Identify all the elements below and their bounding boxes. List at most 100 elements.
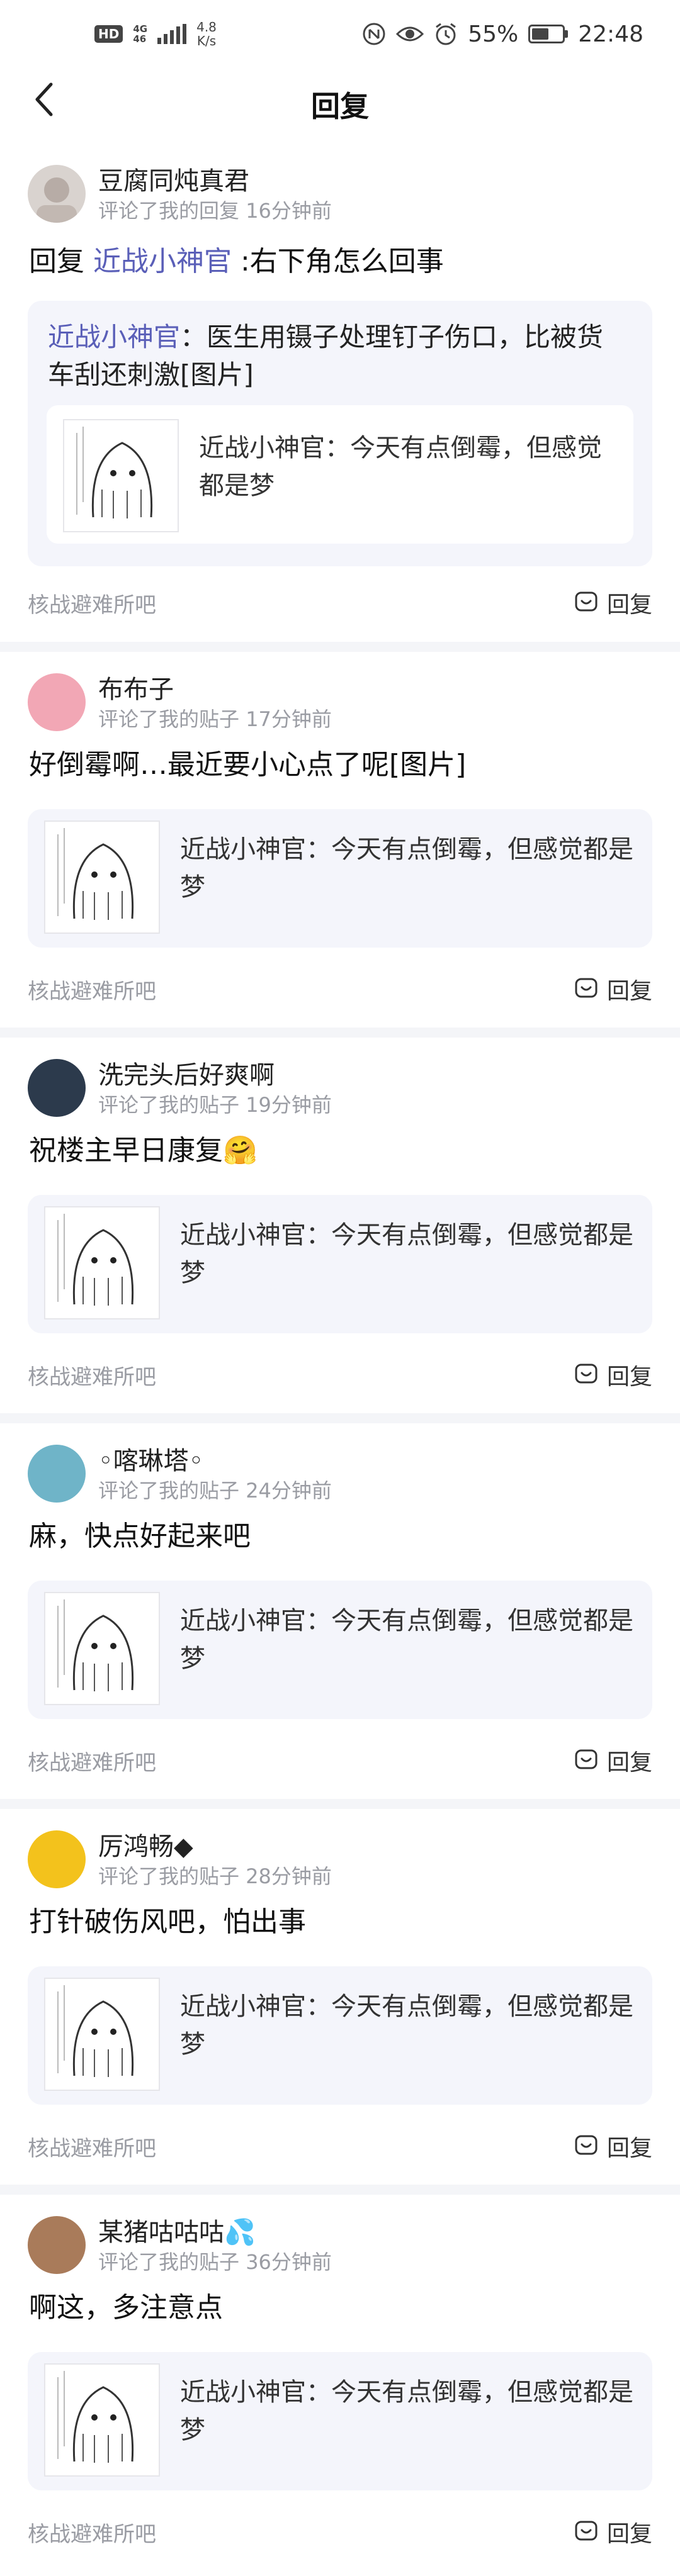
original-post[interactable]: 近战小神官：今天有点倒霉，但感觉都是梦 xyxy=(28,1195,652,1333)
card-separator xyxy=(0,642,680,652)
quote-mention[interactable]: 近战小神官 xyxy=(48,322,180,352)
reply-icon xyxy=(575,2521,598,2541)
reply-content[interactable]: 啊这，多注意点 xyxy=(29,2289,223,2327)
subline: 评论了我的贴子 24分钟前 xyxy=(98,1478,332,1503)
reply-card[interactable]: 豆腐同炖真君 评论了我的回复 16分钟前 回复 近战小神官 :右下角怎么回事 近… xyxy=(0,151,680,642)
time-text: 19分钟前 xyxy=(246,1093,332,1117)
post-thumbnail xyxy=(44,1978,160,2091)
reply-label: 回复 xyxy=(606,1364,652,1390)
user-meta: 某猪咕咕咕💦 评论了我的贴子 36分钟前 xyxy=(98,2215,332,2275)
reply-card[interactable]: 厉鸿畅◆ 评论了我的贴子 28分钟前 打针破伤风吧，怕出事 近战小神官：今天有点… xyxy=(0,1809,680,2185)
original-post[interactable]: 近战小神官：今天有点倒霉，但感觉都是梦 xyxy=(28,1966,652,2105)
reply-label: 回复 xyxy=(606,2521,652,2547)
user-row: 布布子 评论了我的贴子 17分钟前 xyxy=(28,671,332,734)
reply-label: 回复 xyxy=(606,1750,652,1776)
original-post-text: 近战小神官：今天有点倒霉，但感觉都是梦 xyxy=(199,434,602,500)
card-separator xyxy=(0,1799,680,1809)
signal-tech-top: 4G xyxy=(133,23,148,35)
content-prefix: 回复 xyxy=(29,245,93,277)
user-row: 厉鸿畅◆ 评论了我的贴子 28分钟前 xyxy=(28,1828,332,1891)
original-post[interactable]: 近战小神官：今天有点倒霉，但感觉都是梦 xyxy=(28,1581,652,1719)
status-left: HD 4G 46 4.8 K/s xyxy=(94,20,217,48)
username[interactable]: 布布子 xyxy=(98,673,332,707)
forum-name[interactable]: 核战避难所吧 xyxy=(28,1360,156,1391)
signal-bars-icon xyxy=(157,24,187,44)
forum-name[interactable]: 核战避难所吧 xyxy=(28,974,156,1005)
subline: 评论了我的贴子 17分钟前 xyxy=(98,707,332,732)
reply-card[interactable]: 某猪咕咕咕💦 评论了我的贴子 36分钟前 啊这，多注意点 近战小神官：今天有点倒… xyxy=(0,2195,680,2570)
reply-footer: 核战避难所吧 回复 xyxy=(28,584,652,622)
action-text: 评论了我的贴子 xyxy=(98,1093,240,1117)
reply-icon xyxy=(575,2135,598,2155)
reply-footer: 核战避难所吧 回复 xyxy=(28,1356,652,1394)
reply-button[interactable]: 回复 xyxy=(574,586,652,619)
original-post-inner: 近战小神官：今天有点倒霉，但感觉都是梦 xyxy=(44,1592,636,1705)
action-text: 评论了我的贴子 xyxy=(98,707,240,731)
reply-content[interactable]: 祝楼主早日康复🤗 xyxy=(29,1132,258,1170)
avatar[interactable] xyxy=(28,1830,86,1888)
card-separator xyxy=(0,1028,680,1038)
original-post[interactable]: 近战小神官：今天有点倒霉，但感觉都是梦 xyxy=(28,809,652,948)
action-text: 评论了我的贴子 xyxy=(98,2250,240,2274)
avatar[interactable] xyxy=(28,165,86,223)
user-meta: 布布子 评论了我的贴子 17分钟前 xyxy=(98,673,332,732)
reply-footer: 核战避难所吧 回复 xyxy=(28,2127,652,2165)
reply-button[interactable]: 回复 xyxy=(574,1358,652,1391)
forum-name[interactable]: 核战避难所吧 xyxy=(28,2517,156,2548)
user-meta: 洗完头后好爽啊 评论了我的贴子 19分钟前 xyxy=(98,1058,332,1117)
forum-name[interactable]: 核战避难所吧 xyxy=(28,588,156,619)
reply-card[interactable]: ◦喀琳塔◦ 评论了我的贴子 24分钟前 麻，快点好起来吧 近战小神官：今天有点倒… xyxy=(0,1423,680,1799)
reply-button[interactable]: 回复 xyxy=(574,2516,652,2548)
quoted-reply[interactable]: 近战小神官：医生用镊子处理钉子伤口，比被货车刮还刺激[图片] 近战小神官：今天有… xyxy=(28,301,652,566)
action-text: 评论了我的贴子 xyxy=(98,1479,240,1503)
reply-button[interactable]: 回复 xyxy=(574,1744,652,1777)
reply-content[interactable]: 麻，快点好起来吧 xyxy=(29,1518,251,1555)
quoted-reply-text: 近战小神官：医生用镊子处理钉子伤口，比被货车刮还刺激[图片] xyxy=(48,318,621,394)
original-post-inner: 近战小神官：今天有点倒霉，但感觉都是梦 xyxy=(44,2363,636,2477)
card-separator xyxy=(0,2185,680,2195)
reply-button[interactable]: 回复 xyxy=(574,973,652,1005)
clock: 22:48 xyxy=(578,21,643,47)
original-post-text: 近战小神官：今天有点倒霉，但感觉都是梦 xyxy=(180,1606,633,1673)
post-thumbnail xyxy=(44,1592,160,1705)
reply-button[interactable]: 回复 xyxy=(574,2130,652,2163)
avatar[interactable] xyxy=(28,2216,86,2274)
username[interactable]: 某猪咕咕咕💦 xyxy=(98,2215,332,2249)
battery-percent: 55% xyxy=(468,21,519,47)
reply-content[interactable]: 好倒霉啊…最近要小心点了呢[图片] xyxy=(29,746,466,784)
post-thumbnail xyxy=(44,2363,160,2477)
avatar[interactable] xyxy=(28,1445,86,1503)
action-text: 评论了我的贴子 xyxy=(98,1864,240,1888)
net-speed: 4.8 K/s xyxy=(196,20,217,48)
reply-label: 回复 xyxy=(606,592,652,618)
forum-name[interactable]: 核战避难所吧 xyxy=(28,1745,156,1776)
username[interactable]: ◦喀琳塔◦ xyxy=(98,1444,332,1478)
original-post-inner: 近战小神官：今天有点倒霉，但感觉都是梦 xyxy=(44,1978,636,2091)
user-meta: 厉鸿畅◆ 评论了我的贴子 28分钟前 xyxy=(98,1830,332,1889)
eye-comfort-icon xyxy=(396,25,424,43)
forum-name[interactable]: 核战避难所吧 xyxy=(28,2131,156,2162)
user-meta: 豆腐同炖真君 评论了我的回复 16分钟前 xyxy=(98,164,332,223)
avatar[interactable] xyxy=(28,673,86,731)
username[interactable]: 豆腐同炖真君 xyxy=(98,164,332,198)
hd-badge: HD xyxy=(94,25,123,43)
reply-icon xyxy=(575,591,598,612)
status-bar: HD 4G 46 4.8 K/s 55% 22:48 xyxy=(0,0,680,68)
original-post[interactable]: 近战小神官：今天有点倒霉，但感觉都是梦 xyxy=(28,2352,652,2490)
mention-link[interactable]: 近战小神官 xyxy=(93,245,232,277)
original-post-text: 近战小神官：今天有点倒霉，但感觉都是梦 xyxy=(180,835,633,902)
original-post[interactable]: 近战小神官：今天有点倒霉，但感觉都是梦 xyxy=(47,405,633,544)
reply-card[interactable]: 布布子 评论了我的贴子 17分钟前 好倒霉啊…最近要小心点了呢[图片] 近战小神… xyxy=(0,652,680,1028)
subline: 评论了我的贴子 36分钟前 xyxy=(98,2249,332,2275)
username[interactable]: 洗完头后好爽啊 xyxy=(98,1058,332,1092)
user-row: 某猪咕咕咕💦 评论了我的贴子 36分钟前 xyxy=(28,2214,332,2276)
username[interactable]: 厉鸿畅◆ xyxy=(98,1830,332,1864)
reply-icon xyxy=(575,1364,598,1384)
reply-content[interactable]: 打针破伤风吧，怕出事 xyxy=(29,1903,306,1941)
original-post-inner: 近战小神官：今天有点倒霉，但感觉都是梦 xyxy=(63,419,617,532)
avatar[interactable] xyxy=(28,1059,86,1117)
reply-card[interactable]: 洗完头后好爽啊 评论了我的贴子 19分钟前 祝楼主早日康复🤗 近战小神官：今天有… xyxy=(0,1038,680,1413)
original-post-text: 近战小神官：今天有点倒霉，但感觉都是梦 xyxy=(180,1221,633,1287)
reply-content[interactable]: 回复 近战小神官 :右下角怎么回事 xyxy=(29,243,444,281)
subline: 评论了我的贴子 19分钟前 xyxy=(98,1092,332,1117)
